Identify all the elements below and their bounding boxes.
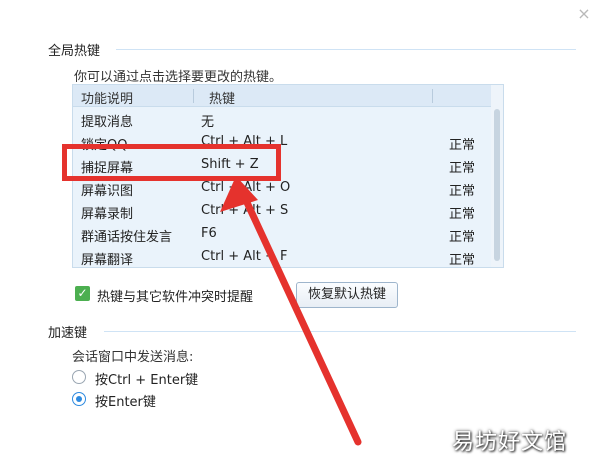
column-separator (193, 89, 194, 103)
annotation-highlight-box (62, 144, 281, 181)
table-row[interactable]: 屏幕翻译 Ctrl + Alt + F 正常 (73, 246, 491, 268)
table-row[interactable]: 群通话按住发言 F6 正常 (73, 223, 491, 246)
conflict-warning-checkbox[interactable]: ✓ (75, 286, 90, 301)
hotkey-cell: 无 (201, 115, 215, 130)
send-message-hint: 会话窗口中发送消息: (72, 350, 194, 365)
status-cell: 正常 (449, 230, 476, 245)
hotkey-cell: F6 (201, 226, 217, 241)
section-divider (116, 49, 576, 50)
table-row[interactable]: 屏幕录制 Ctrl + Alt + S 正常 (73, 200, 491, 223)
column-header-hotkey[interactable]: 热键 (209, 88, 235, 107)
scrollbar-thumb[interactable] (494, 109, 500, 261)
status-cell: 正常 (449, 207, 476, 222)
table-row[interactable]: 提取消息 无 (73, 108, 491, 131)
hotkey-cell: Ctrl + Alt + O (201, 180, 291, 195)
column-header-function[interactable]: 功能说明 (81, 88, 133, 107)
close-icon[interactable]: × (576, 6, 592, 22)
hotkey-hint: 你可以通过点击选择要更改的热键。 (74, 70, 283, 85)
section-divider (104, 331, 576, 332)
function-cell: 屏幕翻译 (81, 253, 134, 268)
send-enter-label[interactable]: 按Enter键 (95, 391, 156, 410)
watermark: 易坊好文馆 (452, 430, 568, 455)
function-cell: 屏幕录制 (81, 207, 134, 222)
function-cell: 群通话按住发言 (81, 230, 173, 245)
column-separator (432, 89, 433, 103)
send-ctrl-enter-radio[interactable] (72, 370, 86, 384)
function-cell: 提取消息 (81, 115, 134, 130)
section-title-accelerator: 加速键 (48, 326, 88, 341)
status-cell: 正常 (449, 184, 476, 199)
status-cell: 正常 (449, 253, 476, 268)
function-cell: 屏幕识图 (81, 184, 134, 199)
hotkey-cell: Ctrl + Alt + S (201, 203, 289, 218)
hotkey-cell: Ctrl + Alt + F (201, 249, 288, 264)
status-cell: 正常 (449, 161, 476, 176)
send-ctrl-enter-label[interactable]: 按Ctrl + Enter键 (95, 369, 198, 388)
conflict-warning-label[interactable]: 热键与其它软件冲突时提醒 (97, 286, 253, 305)
table-header: 功能说明 热键 (73, 85, 491, 107)
section-title-global-hotkeys: 全局热键 (48, 44, 101, 59)
send-enter-radio[interactable] (72, 392, 86, 406)
restore-defaults-button[interactable]: 恢复默认热键 (296, 282, 398, 308)
status-cell: 正常 (449, 138, 476, 153)
